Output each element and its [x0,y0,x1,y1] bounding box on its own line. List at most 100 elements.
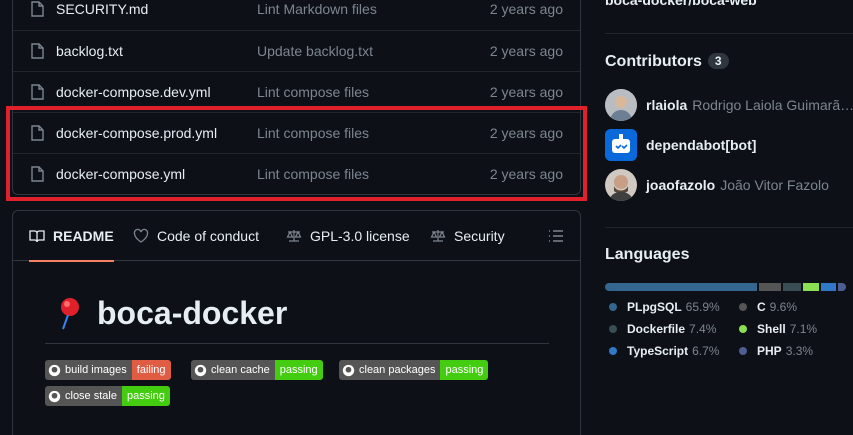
file-list: SECURITY.md Lint Markdown files 2 years … [12,0,581,195]
badge-clean-packages[interactable]: clean packages passing [339,360,489,380]
file-icon [31,84,44,100]
file-icon [31,166,44,182]
contributor-item[interactable]: dependabot[bot] [605,129,761,161]
contributor-name: João Vitor Fazolo [720,177,829,193]
tab-security[interactable]: Security [430,211,505,261]
tab-label: GPL-3.0 license [310,228,410,244]
file-icon [31,125,44,141]
languages-heading: Languages [605,246,689,264]
file-name[interactable]: docker-compose.dev.yml [56,84,211,100]
scale-icon [430,230,446,242]
language-name: PHP [757,344,782,358]
language-dot [609,347,617,355]
badge-label: build images [65,364,127,376]
language-item[interactable]: Shell 7.1% [739,322,817,336]
language-item[interactable]: C 9.6% [739,300,797,314]
avatar [605,89,637,121]
link-text: boca-docker/boca-web [605,0,757,8]
language-bar-segment [802,283,819,291]
language-percent: 9.6% [769,300,798,314]
badge-status: passing [274,360,323,380]
github-icon [342,364,355,376]
contributors-heading[interactable]: Contributors 3 [605,53,729,71]
language-percent: 7.1% [789,322,818,336]
github-icon [48,390,61,402]
badge-status: passing [440,360,489,380]
file-name[interactable]: docker-compose.yml [56,166,185,182]
list-icon[interactable] [548,228,564,244]
avatar [605,169,637,201]
tab-license[interactable]: GPL-3.0 license [286,211,410,261]
file-row[interactable]: backlog.txt Update backlog.txt 2 years a… [13,30,580,71]
commit-message[interactable]: Lint compose files [257,84,369,100]
divider [605,227,853,228]
contributor-item[interactable]: rlaiola Rodrigo Laiola Guimarã… [605,89,853,121]
language-dot [609,303,617,311]
tab-readme[interactable]: README [29,211,114,262]
file-name[interactable]: docker-compose.prod.yml [56,125,217,141]
language-name: TypeScript [627,344,689,358]
contributor-item[interactable]: joaofazolo João Vitor Fazolo [605,169,829,201]
readme-panel: README Code of conduct GPL-3.0 license S… [12,210,581,435]
commit-message[interactable]: Lint Markdown files [257,1,377,17]
language-bar-segment [838,283,846,291]
dependabot-icon [605,129,637,161]
heart-icon [133,228,149,243]
language-item[interactable]: TypeScript 6.7% [609,344,719,358]
contributors-count: 3 [707,53,729,69]
contributor-login: joaofazolo [646,177,716,193]
contributor-login: dependabot[bot] [646,137,757,153]
language-item[interactable]: PHP 3.3% [739,344,813,358]
readme-heading: boca-docker [57,295,287,332]
language-item[interactable]: Dockerfile 7.4% [609,322,716,336]
language-bar-segment [783,283,801,291]
language-bar-segment [605,283,758,291]
file-name[interactable]: backlog.txt [56,43,123,59]
file-row[interactable]: SECURITY.md Lint Markdown files 2 years … [13,0,580,30]
file-icon [31,43,44,59]
file-row[interactable]: docker-compose.dev.yml Lint compose file… [13,71,580,112]
language-percent: 6.7% [692,344,720,358]
badge-status: failing [131,360,171,380]
environment-link[interactable]: boca-docker/boca-web [605,0,757,8]
commit-message[interactable]: Update backlog.txt [257,43,373,59]
language-dot [739,303,747,311]
language-name: PLpgSQL [627,300,682,314]
heading-text: Languages [605,246,690,263]
badge-clean-cache[interactable]: clean cache passing [191,360,323,380]
badge-close-stale[interactable]: close stale passing [45,386,170,406]
commit-age: 2 years ago [489,125,563,141]
file-row[interactable]: docker-compose.prod.yml Lint compose fil… [13,112,580,153]
commit-message[interactable]: Lint compose files [257,125,369,141]
language-dot [739,325,747,333]
language-bar-segment [820,283,837,291]
language-dot [739,347,747,355]
tab-label: README [53,228,114,244]
badge-build-images[interactable]: build images failing [45,360,171,380]
tab-label: Security [454,228,505,244]
commit-age: 2 years ago [489,84,563,100]
language-item[interactable]: PLpgSQL 65.9% [609,300,720,314]
heading-text: Contributors [605,53,702,70]
language-percent: 3.3% [785,344,814,358]
book-icon [29,230,45,243]
commit-message[interactable]: Lint compose files [257,166,369,182]
readme-tab-bar: README Code of conduct GPL-3.0 license S… [13,211,580,262]
github-icon [194,364,207,376]
language-bar-segment [759,283,782,291]
badge-label: clean packages [359,364,436,376]
github-icon [48,364,61,376]
file-name[interactable]: SECURITY.md [56,1,148,17]
commit-age: 2 years ago [489,166,563,182]
language-name: C [757,300,766,314]
file-row[interactable]: docker-compose.yml Lint compose files 2 … [13,153,580,194]
contributor-login: rlaiola [646,97,688,113]
pushpin-icon [61,297,79,329]
file-icon [31,1,44,17]
contributor-name: Rodrigo Laiola Guimarã… [692,97,853,113]
language-percent: 65.9% [685,300,720,314]
divider [605,33,853,34]
tab-code-of-conduct[interactable]: Code of conduct [133,211,259,261]
language-bar [605,283,846,291]
commit-age: 2 years ago [489,1,563,17]
